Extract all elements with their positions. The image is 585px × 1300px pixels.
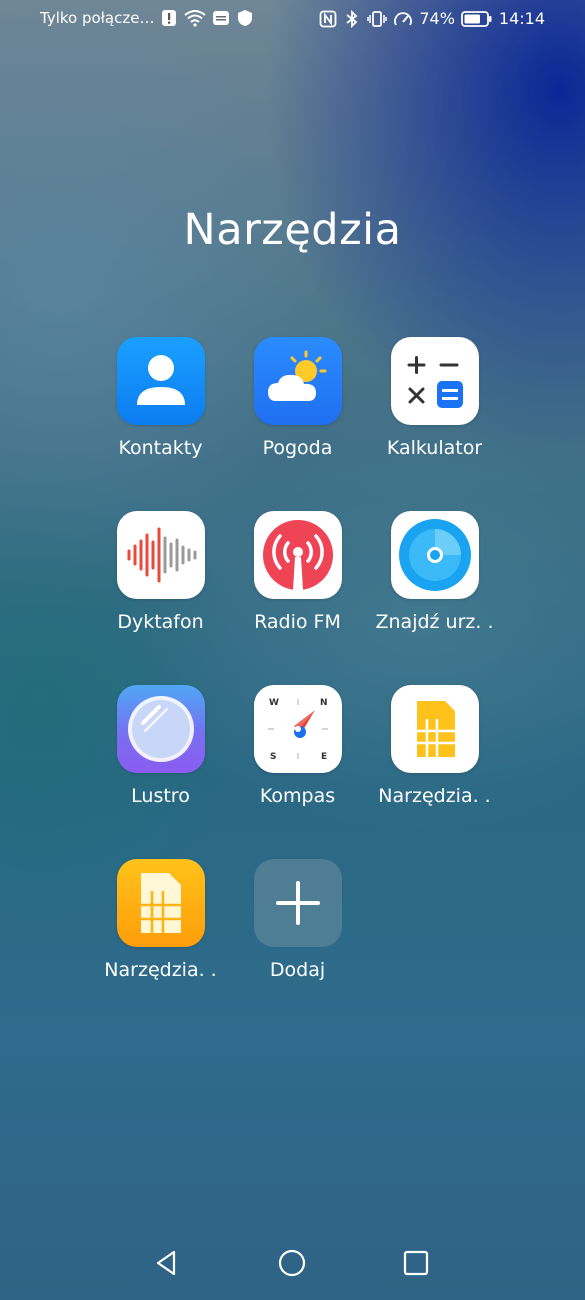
app-radio[interactable]: Radio FM (229, 511, 366, 633)
svg-text:N: N (320, 698, 328, 708)
folder-title[interactable]: Narzędzia (0, 205, 585, 255)
app-label: Radio FM (254, 611, 341, 633)
voice-recorder-icon[interactable] (116, 511, 205, 599)
contacts-icon[interactable] (116, 337, 205, 425)
message-icon (213, 11, 230, 25)
app-label: Znajdź urz. . (375, 611, 494, 633)
svg-text:E: E (321, 752, 327, 762)
compass-icon[interactable]: W N S E (253, 685, 342, 773)
find-device-icon[interactable] (390, 511, 479, 599)
weather-icon[interactable] (253, 337, 342, 425)
app-label: Kompas (259, 785, 336, 807)
app-label: Pogoda (262, 437, 333, 459)
app-mirror[interactable]: Lustro (92, 685, 229, 807)
battery-percent: 74% (419, 9, 455, 28)
app-label: Narzędzia. . (104, 959, 217, 981)
calculator-icon[interactable] (390, 337, 479, 425)
app-label: Dodaj (269, 959, 326, 981)
radio-icon[interactable] (253, 511, 342, 599)
back-icon[interactable] (152, 1248, 182, 1278)
app-contacts[interactable]: Kontakty (92, 337, 229, 459)
add-icon[interactable] (253, 859, 342, 947)
bluetooth-icon (346, 9, 358, 28)
sim-toolkit-icon[interactable] (116, 859, 205, 947)
alert-icon (162, 10, 177, 26)
status-bar: Tylko połącze… 74% 14:14 (0, 0, 585, 38)
recents-icon[interactable] (401, 1248, 431, 1278)
app-label: Narzędzia. . (378, 785, 491, 807)
speed-icon (394, 11, 413, 25)
home-icon[interactable] (277, 1248, 307, 1278)
app-sim-toolkit-2[interactable]: Narzędzia. . (92, 859, 229, 981)
app-label: Kalkulator (386, 437, 483, 459)
app-label: Kontakty (118, 437, 203, 459)
svg-text:W: W (269, 698, 279, 708)
app-label: Lustro (131, 785, 190, 807)
app-sim-toolkit-1[interactable]: Narzędzia. . (366, 685, 503, 807)
add-app-button[interactable]: Dodaj (229, 859, 366, 981)
nfc-icon (319, 10, 337, 27)
app-voice-recorder[interactable]: Dyktafon (92, 511, 229, 633)
vibrate-icon (367, 10, 388, 27)
svg-text:S: S (270, 752, 276, 762)
app-grid: Kontakty Pogoda Kalkulator Dyktafon Radi… (92, 337, 503, 981)
navigation-bar (0, 1236, 585, 1300)
app-calculator[interactable]: Kalkulator (366, 337, 503, 459)
mirror-icon[interactable] (116, 685, 205, 773)
app-compass[interactable]: W N S E Kompas (229, 685, 366, 807)
app-find-device[interactable]: Znajdź urz. . (366, 511, 503, 633)
clock: 14:14 (498, 9, 545, 28)
wifi-icon (184, 10, 207, 27)
carrier-label: Tylko połącze… (40, 9, 155, 27)
app-weather[interactable]: Pogoda (229, 337, 366, 459)
shield-icon (238, 10, 253, 26)
battery-icon (460, 10, 492, 27)
app-label: Dyktafon (117, 611, 204, 633)
sim-toolkit-icon[interactable] (390, 685, 479, 773)
